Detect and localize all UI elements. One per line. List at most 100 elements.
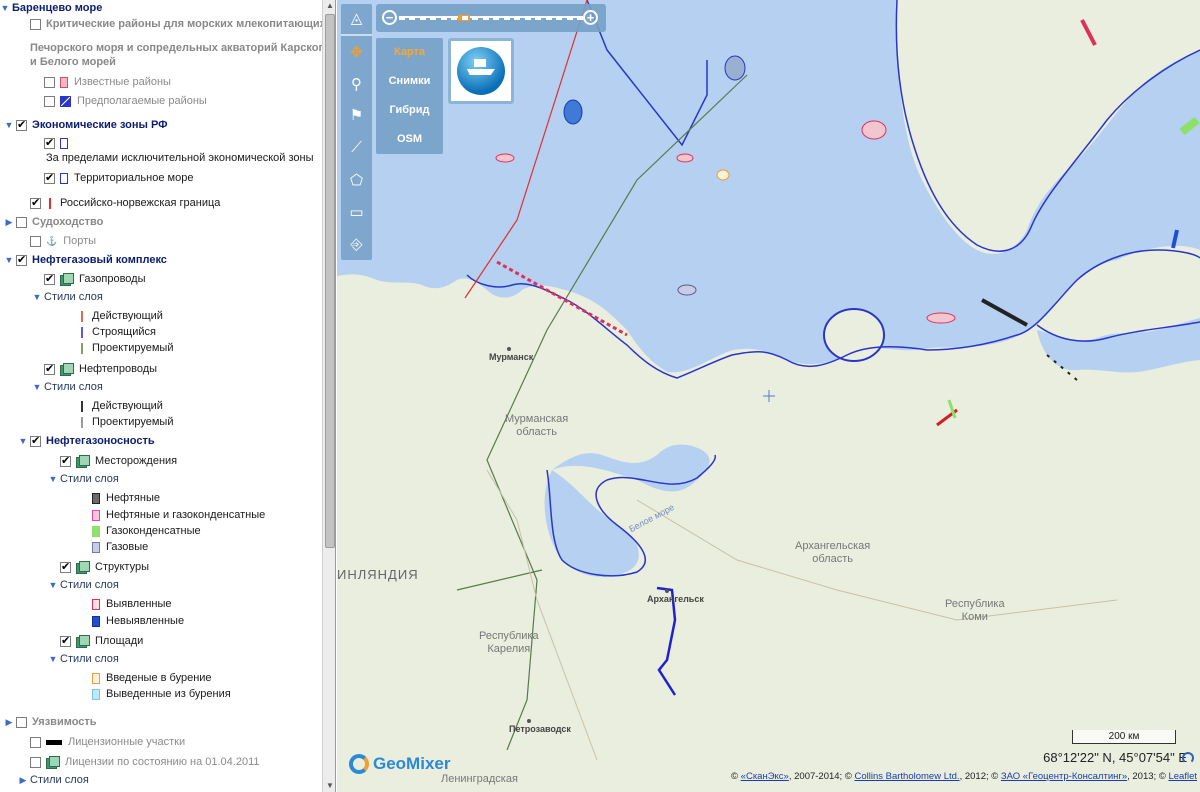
collapse-arrow-icon[interactable]: ▼	[4, 118, 14, 132]
layer-tree-item[interactable]: Газопроводы	[44, 271, 145, 287]
zoom-icon[interactable]: ⚲	[346, 74, 367, 95]
layer-tree-item[interactable]: ▶ Стили слоя	[18, 772, 89, 788]
attribution-link-collins[interactable]: Collins Bartholomew Ltd.	[854, 771, 959, 782]
layer-tree-item[interactable]: ▼ Стили слоя	[48, 651, 119, 667]
expand-arrow-icon[interactable]: ▶	[4, 215, 14, 229]
collapse-arrow-icon[interactable]: ▼	[0, 1, 10, 15]
layer-tree-item[interactable]: ▼ Баренцево море	[0, 0, 103, 16]
scroll-up-arrow-icon[interactable]: ▲	[323, 0, 335, 12]
collapse-arrow-icon[interactable]: ▼	[32, 290, 42, 304]
layer-tree-item[interactable]: Невыявленные	[92, 613, 184, 629]
attribution-link-geocenter[interactable]: ЗАО «Геоцентр-Консалтинг»	[1001, 771, 1127, 782]
layer-tree-item[interactable]: Действующий	[78, 398, 163, 414]
layer-tree-item[interactable]: Известные районы	[44, 74, 171, 90]
ship-layer-button[interactable]	[448, 38, 514, 104]
layer-tree-item[interactable]	[44, 135, 74, 151]
basemap-option[interactable]: Снимки	[376, 75, 443, 87]
scroll-down-arrow-icon[interactable]: ▼	[323, 780, 335, 792]
layer-tree-item[interactable]: ▼ Экономические зоны РФ	[4, 117, 168, 133]
zoom-in-button[interactable]: +	[583, 10, 598, 25]
layer-tree-item[interactable]: За пределами исключительной экономическо…	[46, 150, 314, 166]
layer-tree-item[interactable]: Предполагаемые районы	[44, 93, 207, 109]
layer-tree-item[interactable]: и Белого морей	[30, 54, 116, 70]
expand-arrow-icon[interactable]: ▶	[18, 773, 28, 787]
layer-tree-item[interactable]: Лицензионные участки	[30, 734, 185, 750]
layer-tree-item[interactable]: Российско-норвежская граница	[30, 195, 220, 211]
layer-tree-item[interactable]: Территориальное море	[44, 170, 193, 186]
basemap-option[interactable]: OSM	[376, 133, 443, 145]
geomixer-logo[interactable]: GeoMixer	[349, 752, 450, 776]
layer-visibility-checkbox[interactable]	[30, 235, 41, 247]
layer-tree-item[interactable]: Строящийся	[78, 324, 156, 340]
layer-panel-scrollbar[interactable]: ▲ ▼	[322, 0, 335, 792]
zoom-out-button[interactable]: −	[382, 10, 397, 25]
pan-icon[interactable]: ✥	[346, 42, 367, 63]
layer-visibility-checkbox[interactable]	[30, 196, 41, 210]
layer-tree-item[interactable]: Газоконденсатные	[92, 523, 201, 539]
collapse-arrow-icon[interactable]: ▼	[18, 434, 28, 448]
layer-tree-item[interactable]: ▼ Нефтегазоносность	[18, 433, 155, 449]
layer-visibility-checkbox[interactable]	[30, 434, 41, 448]
layer-visibility-checkbox[interactable]	[30, 756, 41, 768]
zoom-slider[interactable]	[399, 15, 583, 21]
layer-tree-item[interactable]: Лицензии по состоянию на 01.04.2011	[30, 754, 260, 770]
layer-visibility-checkbox[interactable]	[60, 560, 71, 574]
basemap-option[interactable]: Гибрид	[376, 104, 443, 116]
layer-tree-item[interactable]: Проектируемый	[78, 414, 173, 430]
layer-tree-item[interactable]: Введеные в бурение	[92, 670, 212, 686]
layer-visibility-checkbox[interactable]	[60, 454, 71, 468]
layer-visibility-checkbox[interactable]	[16, 716, 27, 728]
select-icon[interactable]: ◬	[346, 8, 367, 29]
layer-tree-item[interactable]: ▶ Судоходство	[4, 214, 104, 230]
attribution-link-scanex[interactable]: «СканЭкс»	[741, 771, 789, 782]
collapse-arrow-icon[interactable]: ▼	[48, 472, 58, 486]
layer-visibility-checkbox[interactable]	[44, 272, 55, 286]
polygon-icon[interactable]: ⬠	[346, 170, 367, 191]
collapse-arrow-icon[interactable]: ▼	[48, 578, 58, 592]
map-view[interactable]: Мурманск Архангельск Петрозаводск Мурманск…	[337, 0, 1200, 792]
flag-icon[interactable]: ⚑	[346, 105, 367, 126]
layer-visibility-checkbox[interactable]	[44, 362, 55, 376]
layer-visibility-checkbox[interactable]	[44, 95, 55, 107]
layer-tree-item[interactable]: ▶ Уязвимость	[4, 714, 97, 730]
basemap-option[interactable]: Карта	[376, 46, 443, 58]
collapse-arrow-icon[interactable]: ▼	[4, 253, 14, 267]
layer-tree-item[interactable]: ▼ Стили слоя	[32, 379, 103, 395]
coordinates-toggle-icon[interactable]	[1182, 752, 1194, 764]
layer-visibility-checkbox[interactable]	[30, 736, 41, 748]
layer-tree-item[interactable]: ▼ Стили слоя	[48, 577, 119, 593]
measure-icon[interactable]: ⎆	[346, 234, 367, 255]
layer-tree-item[interactable]: Нефтяные и газоконденсатные	[92, 507, 265, 523]
layer-visibility-checkbox[interactable]	[30, 18, 41, 30]
layer-tree-item[interactable]: Проектируемый	[78, 340, 173, 356]
layer-visibility-checkbox[interactable]	[16, 118, 27, 132]
layer-visibility-checkbox[interactable]	[44, 136, 55, 150]
rectangle-icon[interactable]: ▭	[346, 202, 367, 223]
layer-tree-item[interactable]: Критические районы для морских млекопита…	[30, 16, 322, 32]
layer-tree-item[interactable]: Площади	[60, 633, 143, 649]
layer-tree-item[interactable]: Газовые	[92, 539, 148, 555]
expand-arrow-icon[interactable]: ▶	[4, 715, 14, 729]
layer-visibility-checkbox[interactable]	[44, 171, 55, 185]
collapse-arrow-icon[interactable]: ▼	[32, 380, 42, 394]
layer-tree-item[interactable]: Выявленные	[92, 596, 172, 612]
legend-swatch-icon	[60, 95, 71, 107]
polyline-icon[interactable]: ⟋	[346, 137, 367, 158]
layer-tree-item[interactable]: Нефтяные	[92, 490, 160, 506]
layer-tree-item[interactable]: Выведенные из бурения	[92, 686, 231, 702]
layer-visibility-checkbox[interactable]	[16, 216, 27, 228]
scroll-thumb[interactable]	[325, 14, 335, 548]
layer-tree-item[interactable]: ▼ Стили слоя	[48, 471, 119, 487]
layer-tree-item[interactable]: ⚓ Порты	[30, 233, 96, 249]
layer-tree-item[interactable]: Структуры	[60, 559, 149, 575]
layer-tree-item[interactable]: Действующий	[78, 308, 163, 324]
collapse-arrow-icon[interactable]: ▼	[48, 652, 58, 666]
layer-visibility-checkbox[interactable]	[60, 634, 71, 648]
layer-tree-item[interactable]: ▼ Нефтегазовый комплекс	[4, 252, 167, 268]
attribution-link-leaflet[interactable]: Leaflet	[1168, 771, 1197, 782]
layer-visibility-checkbox[interactable]	[44, 76, 55, 88]
layer-tree-item[interactable]: ▼ Стили слоя	[32, 289, 103, 305]
layer-tree-item[interactable]: Нефтепроводы	[44, 361, 157, 377]
layer-visibility-checkbox[interactable]	[16, 253, 27, 267]
layer-tree-item[interactable]: Месторождения	[60, 453, 177, 469]
